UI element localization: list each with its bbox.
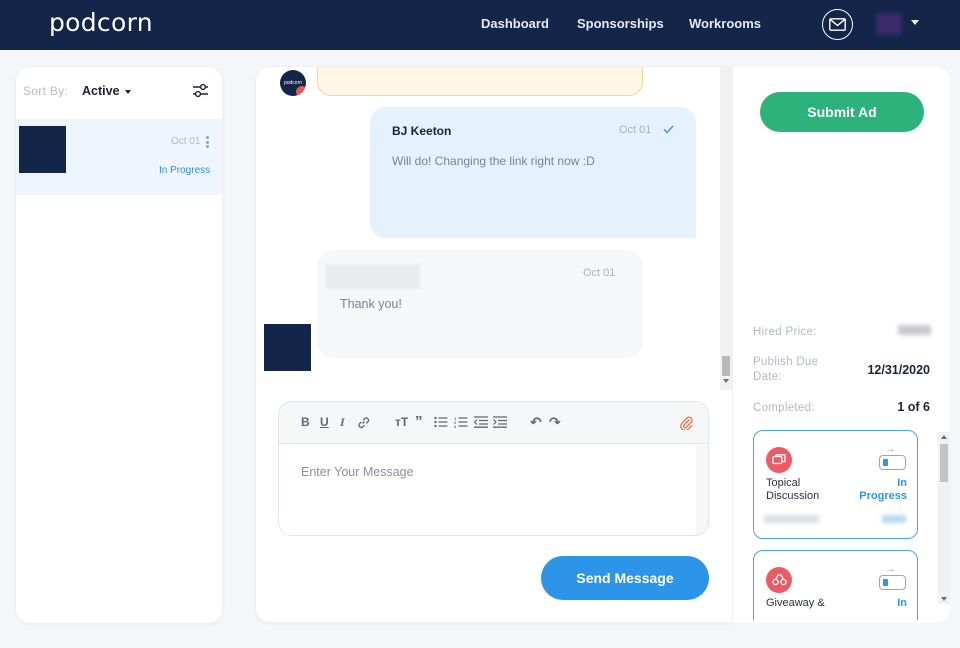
task-title: Giveaway & xyxy=(766,597,825,609)
text-size-icon[interactable]: тТ xyxy=(395,415,408,429)
quote-icon[interactable]: ” xyxy=(415,414,423,429)
scroll-down-arrow-icon[interactable] xyxy=(941,597,947,601)
incoming-sender-avatar xyxy=(264,324,311,371)
bullet-list-icon[interactable] xyxy=(434,416,448,428)
task-status: In xyxy=(897,597,907,609)
sender-avatar-text: podcorn xyxy=(283,80,303,86)
user-menu-caret-icon[interactable] xyxy=(911,20,919,25)
conversation-thumbnail xyxy=(19,126,66,173)
task-status: In Progress xyxy=(859,477,907,502)
attach-icon[interactable] xyxy=(680,415,693,430)
task-card[interactable]: Giveaway & → In xyxy=(753,550,918,620)
user-avatar[interactable] xyxy=(876,13,902,35)
message-author: BJ Keeton xyxy=(392,124,452,138)
message-bubble-previous xyxy=(317,67,643,96)
giveaway-icon xyxy=(766,567,792,593)
chat-scrollbar[interactable] xyxy=(720,67,732,390)
message-date: Oct 01 xyxy=(619,124,652,136)
mail-icon xyxy=(829,18,846,31)
sender-avatar: podcorn xyxy=(280,70,306,96)
top-nav-bar: podcorn Dashboard Sponsorships Workrooms xyxy=(0,0,960,50)
editor-scrollbar[interactable] xyxy=(696,445,708,535)
task-card[interactable]: Topical Discussion → In Progress xyxy=(753,430,918,539)
sort-by-label: Sort By: xyxy=(23,84,69,98)
italic-icon[interactable]: I xyxy=(340,415,345,429)
message-input[interactable] xyxy=(279,445,696,535)
publish-due-date-label: Publish Due Date: xyxy=(753,356,819,383)
mail-button[interactable] xyxy=(822,9,853,40)
bold-icon[interactable]: B xyxy=(301,415,310,429)
task-progress-toggle[interactable] xyxy=(879,575,906,590)
completed-value: 1 of 6 xyxy=(897,400,930,414)
read-check-icon xyxy=(663,125,674,134)
chat-panel: podcorn BJ Keeton Oct 01 Will do! Changi… xyxy=(256,67,732,622)
nav-sponsorships[interactable]: Sponsorships xyxy=(577,16,664,31)
sort-by-select[interactable]: Active xyxy=(82,84,120,98)
nav-dashboard[interactable]: Dashboard xyxy=(481,16,549,31)
scroll-down-arrow-icon[interactable] xyxy=(723,379,729,383)
submit-ad-button[interactable]: Submit Ad xyxy=(760,92,924,132)
hired-price-value-redacted xyxy=(898,325,931,335)
sort-caret-icon[interactable] xyxy=(125,90,131,94)
send-message-button[interactable]: Send Message xyxy=(541,556,709,600)
conversation-status: In Progress xyxy=(159,165,211,176)
undo-icon[interactable]: ↶ xyxy=(530,415,542,429)
arrow-right-icon: → xyxy=(885,443,896,455)
nav-workrooms[interactable]: Workrooms xyxy=(689,16,761,31)
hired-price-label: Hired Price: xyxy=(753,326,817,338)
ad-details-panel: Submit Ad Hired Price: Publish Due Date:… xyxy=(733,67,950,623)
scroll-up-arrow-icon[interactable] xyxy=(941,435,947,439)
editor-toolbar: B U I тТ ” 1 2 3 ↶ ↷ xyxy=(279,402,708,444)
conversation-item[interactable]: Oct 01 In Progress xyxy=(16,119,222,195)
completed-label: Completed: xyxy=(753,402,815,414)
topical-discussion-icon xyxy=(766,447,792,473)
conversation-list-panel: Sort By: Active Oct 01 In Progress xyxy=(16,67,222,623)
task-list-scrollbar-thumb[interactable] xyxy=(940,444,948,482)
numbered-list-icon[interactable]: 1 2 3 xyxy=(454,416,468,428)
task-list-scrollbar[interactable] xyxy=(938,432,950,604)
task-detail-redacted xyxy=(882,515,906,523)
message-author-redacted xyxy=(326,264,420,289)
task-detail-redacted xyxy=(764,515,819,523)
outdent-icon[interactable] xyxy=(474,416,488,428)
message-editor: B U I тТ ” 1 2 3 ↶ ↷ Enter Your Message xyxy=(278,401,709,536)
task-progress-toggle[interactable] xyxy=(879,455,906,470)
link-icon[interactable] xyxy=(357,416,370,429)
more-options-icon[interactable] xyxy=(206,136,209,150)
podcorn-logo[interactable]: podcorn xyxy=(49,8,153,37)
arrow-right-icon: → xyxy=(885,563,896,575)
indent-icon[interactable] xyxy=(493,416,507,428)
task-title: Topical Discussion xyxy=(766,477,820,502)
message-bubble-incoming: Oct 01 Thank you! xyxy=(317,250,643,358)
redo-icon[interactable]: ↷ xyxy=(549,415,561,429)
svg-text:3: 3 xyxy=(454,424,457,428)
message-text: Will do! Changing the link right now :D xyxy=(392,154,595,168)
chat-scrollbar-thumb[interactable] xyxy=(722,356,730,376)
conversation-date: Oct 01 xyxy=(171,136,201,147)
underline-icon[interactable]: U xyxy=(320,415,329,429)
message-text: Thank you! xyxy=(340,297,402,311)
message-date: Oct 01 xyxy=(583,267,616,279)
message-bubble-outgoing: BJ Keeton Oct 01 Will do! Changing the l… xyxy=(370,107,696,238)
task-list: Topical Discussion → In Progress Giveawa… xyxy=(753,430,919,620)
filter-icon[interactable] xyxy=(192,83,209,99)
publish-due-date-value: 12/31/2020 xyxy=(867,363,930,377)
